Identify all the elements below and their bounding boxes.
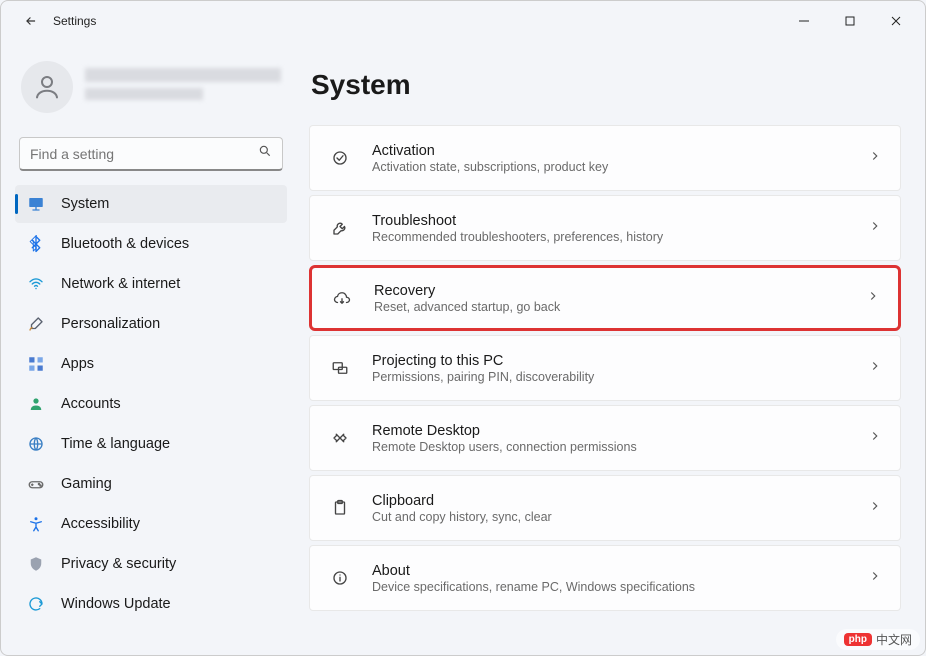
update-icon [27,595,45,613]
sidebar-item-label: System [61,196,109,212]
card-troubleshoot[interactable]: Troubleshoot Recommended troubleshooters… [309,195,901,261]
page-heading: System [311,69,901,101]
wrench-icon [328,219,352,237]
card-text: Recovery Reset, advanced startup, go bac… [374,283,846,314]
card-title: Recovery [374,283,846,299]
sidebar-item-gaming[interactable]: Gaming [15,465,287,503]
wifi-icon [27,275,45,293]
info-icon [328,569,352,587]
card-text: Clipboard Cut and copy history, sync, cl… [372,493,848,524]
card-activation[interactable]: Activation Activation state, subscriptio… [309,125,901,191]
sidebar-item-label: Accounts [61,396,121,412]
sidebar-item-label: Network & internet [61,276,180,292]
card-title: Clipboard [372,493,848,509]
card-remote-desktop[interactable]: Remote Desktop Remote Desktop users, con… [309,405,901,471]
profile-info-redacted [85,68,281,106]
chevron-right-icon [866,289,880,308]
chevron-right-icon [868,359,882,378]
clipboard-icon [328,499,352,517]
sidebar-item-personalization[interactable]: Personalization [15,305,287,343]
bluetooth-icon [27,235,45,253]
minimize-button[interactable] [781,5,827,37]
chevron-right-icon [868,429,882,448]
project-icon [328,359,352,377]
settings-cards: Activation Activation state, subscriptio… [309,125,901,611]
brush-icon [27,315,45,333]
back-button[interactable] [19,14,43,28]
sidebar-item-label: Windows Update [61,596,171,612]
card-title: Troubleshoot [372,213,848,229]
sidebar-item-network-internet[interactable]: Network & internet [15,265,287,303]
sidebar-item-windows-update[interactable]: Windows Update [15,585,287,623]
card-subtitle: Remote Desktop users, connection permiss… [372,440,848,454]
sidebar-item-label: Accessibility [61,516,140,532]
close-button[interactable] [873,5,919,37]
main-content: System Activation Activation state, subs… [301,41,925,655]
card-subtitle: Permissions, pairing PIN, discoverabilit… [372,370,848,384]
sidebar-item-label: Time & language [61,436,170,452]
chevron-right-icon [868,499,882,518]
card-text: Projecting to this PC Permissions, pairi… [372,353,848,384]
search-icon [258,144,272,163]
sidebar-item-apps[interactable]: Apps [15,345,287,383]
card-recovery[interactable]: Recovery Reset, advanced startup, go bac… [309,265,901,331]
card-subtitle: Device specifications, rename PC, Window… [372,580,848,594]
sidebar-item-bluetooth-devices[interactable]: Bluetooth & devices [15,225,287,263]
chevron-right-icon [868,149,882,168]
profile-header[interactable] [15,49,287,131]
card-projecting-to-this-pc[interactable]: Projecting to this PC Permissions, pairi… [309,335,901,401]
card-title: Remote Desktop [372,423,848,439]
sidebar-item-accounts[interactable]: Accounts [15,385,287,423]
sidebar-item-label: Apps [61,356,94,372]
sidebar-item-label: Privacy & security [61,556,176,572]
avatar [21,61,73,113]
search-field[interactable] [30,146,258,162]
person-icon [27,395,45,413]
window-controls [781,5,919,37]
card-subtitle: Activation state, subscriptions, product… [372,160,848,174]
display-icon [27,195,45,213]
nav-list: System Bluetooth & devices Network & int… [15,185,287,623]
check-icon [328,149,352,167]
sidebar-item-label: Gaming [61,476,112,492]
card-title: Projecting to this PC [372,353,848,369]
sidebar-item-accessibility[interactable]: Accessibility [15,505,287,543]
sidebar-item-time-language[interactable]: Time & language [15,425,287,463]
card-title: Activation [372,143,848,159]
titlebar: Settings [1,1,925,41]
card-text: Troubleshoot Recommended troubleshooters… [372,213,848,244]
accessibility-icon [27,515,45,533]
remote-icon [328,429,352,447]
chevron-right-icon [868,569,882,588]
maximize-button[interactable] [827,5,873,37]
watermark: php 中文网 [836,629,920,650]
card-title: About [372,563,848,579]
window-title: Settings [53,14,96,28]
card-about[interactable]: About Device specifications, rename PC, … [309,545,901,611]
card-subtitle: Reset, advanced startup, go back [374,300,846,314]
sidebar: System Bluetooth & devices Network & int… [1,41,301,655]
card-text: Remote Desktop Remote Desktop users, con… [372,423,848,454]
gamepad-icon [27,475,45,493]
card-text: About Device specifications, rename PC, … [372,563,848,594]
sidebar-item-label: Bluetooth & devices [61,236,189,252]
search-input[interactable] [19,137,283,171]
chevron-right-icon [868,219,882,238]
globe-icon [27,435,45,453]
card-clipboard[interactable]: Clipboard Cut and copy history, sync, cl… [309,475,901,541]
card-subtitle: Recommended troubleshooters, preferences… [372,230,848,244]
sidebar-item-privacy-security[interactable]: Privacy & security [15,545,287,583]
shield-icon [27,555,45,573]
sidebar-item-system[interactable]: System [15,185,287,223]
sidebar-item-label: Personalization [61,316,160,332]
card-subtitle: Cut and copy history, sync, clear [372,510,848,524]
grid-icon [27,355,45,373]
watermark-logo: php [844,633,872,646]
settings-window: Settings [0,0,926,656]
watermark-text: 中文网 [876,631,912,648]
card-text: Activation Activation state, subscriptio… [372,143,848,174]
recovery-icon [330,289,354,307]
